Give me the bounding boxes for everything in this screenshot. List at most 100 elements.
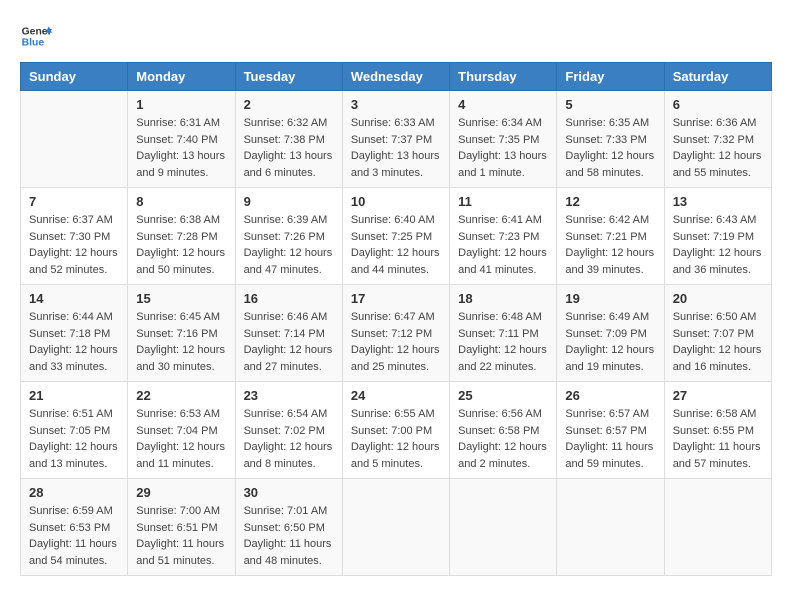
calendar-cell: 9 Sunrise: 6:39 AM Sunset: 7:26 PM Daylig… xyxy=(235,188,342,285)
calendar-cell: 24Sunrise: 6:55 AM Sunset: 7:00 PM Dayli… xyxy=(342,382,449,479)
day-info: Sunrise: 6:54 AM Sunset: 7:02 PM Dayligh… xyxy=(244,406,334,472)
day-number: 3 xyxy=(351,97,441,112)
day-number: 18 xyxy=(458,291,548,306)
day-number: 21 xyxy=(29,388,119,403)
calendar-cell: 22 Sunrise: 6:53 AM Sunset: 7:04 PM Dayli… xyxy=(128,382,235,479)
calendar-cell xyxy=(664,479,771,576)
day-number: 10 xyxy=(351,194,441,209)
column-header-saturday: Saturday xyxy=(664,63,771,91)
calendar-cell: 16Sunrise: 6:46 AM Sunset: 7:14 PM Dayli… xyxy=(235,285,342,382)
column-header-wednesday: Wednesday xyxy=(342,63,449,91)
day-info: Sunrise: 6:48 AM Sunset: 7:11 PM Dayligh… xyxy=(458,309,548,375)
calendar-cell: 19Sunrise: 6:49 AM Sunset: 7:09 PM Dayli… xyxy=(557,285,664,382)
calendar-cell: 30Sunrise: 7:01 AM Sunset: 6:50 PM Dayli… xyxy=(235,479,342,576)
calendar-cell: 18 Sunrise: 6:48 AM Sunset: 7:11 PM Dayli… xyxy=(450,285,557,382)
calendar-cell: 3 Sunrise: 6:33 AM Sunset: 7:37 PM Daylig… xyxy=(342,91,449,188)
day-info: Sunrise: 6:40 AM Sunset: 7:25 PM Dayligh… xyxy=(351,212,441,278)
day-number: 11 xyxy=(458,194,548,209)
day-info: Sunrise: 6:42 AM Sunset: 7:21 PM Dayligh… xyxy=(565,212,655,278)
calendar-week-4: 21 Sunrise: 6:51 AM Sunset: 7:05 PM Dayli… xyxy=(21,382,772,479)
day-info: Sunrise: 6:38 AM Sunset: 7:28 PM Dayligh… xyxy=(136,212,226,278)
page-header: General Blue xyxy=(20,20,772,52)
day-number: 26 xyxy=(565,388,655,403)
day-number: 24 xyxy=(351,388,441,403)
day-info: Sunrise: 6:35 AM Sunset: 7:33 PM Dayligh… xyxy=(565,115,655,181)
calendar-week-5: 28Sunrise: 6:59 AM Sunset: 6:53 PM Dayli… xyxy=(21,479,772,576)
day-info: Sunrise: 7:00 AM Sunset: 6:51 PM Dayligh… xyxy=(136,503,226,569)
day-number: 6 xyxy=(673,97,763,112)
calendar-table: SundayMondayTuesdayWednesdayThursdayFrid… xyxy=(20,62,772,576)
calendar-cell: 1 Sunrise: 6:31 AM Sunset: 7:40 PM Daylig… xyxy=(128,91,235,188)
day-info: Sunrise: 6:56 AM Sunset: 6:58 PM Dayligh… xyxy=(458,406,548,472)
column-header-monday: Monday xyxy=(128,63,235,91)
calendar-cell xyxy=(342,479,449,576)
day-info: Sunrise: 6:33 AM Sunset: 7:37 PM Dayligh… xyxy=(351,115,441,181)
calendar-cell: 23 Sunrise: 6:54 AM Sunset: 7:02 PM Dayli… xyxy=(235,382,342,479)
calendar-cell: 20 Sunrise: 6:50 AM Sunset: 7:07 PM Dayli… xyxy=(664,285,771,382)
day-info: Sunrise: 6:43 AM Sunset: 7:19 PM Dayligh… xyxy=(673,212,763,278)
day-info: Sunrise: 7:01 AM Sunset: 6:50 PM Dayligh… xyxy=(244,503,334,569)
day-info: Sunrise: 6:59 AM Sunset: 6:53 PM Dayligh… xyxy=(29,503,119,569)
calendar-cell: 15Sunrise: 6:45 AM Sunset: 7:16 PM Dayli… xyxy=(128,285,235,382)
day-number: 1 xyxy=(136,97,226,112)
calendar-cell: 29 Sunrise: 7:00 AM Sunset: 6:51 PM Dayli… xyxy=(128,479,235,576)
day-number: 25 xyxy=(458,388,548,403)
day-info: Sunrise: 6:36 AM Sunset: 7:32 PM Dayligh… xyxy=(673,115,763,181)
column-header-sunday: Sunday xyxy=(21,63,128,91)
calendar-cell: 21 Sunrise: 6:51 AM Sunset: 7:05 PM Dayli… xyxy=(21,382,128,479)
header-row: SundayMondayTuesdayWednesdayThursdayFrid… xyxy=(21,63,772,91)
day-info: Sunrise: 6:58 AM Sunset: 6:55 PM Dayligh… xyxy=(673,406,763,472)
day-number: 20 xyxy=(673,291,763,306)
calendar-cell: 5 Sunrise: 6:35 AM Sunset: 7:33 PM Daylig… xyxy=(557,91,664,188)
day-number: 8 xyxy=(136,194,226,209)
day-number: 5 xyxy=(565,97,655,112)
day-info: Sunrise: 6:34 AM Sunset: 7:35 PM Dayligh… xyxy=(458,115,548,181)
calendar-cell: 28Sunrise: 6:59 AM Sunset: 6:53 PM Dayli… xyxy=(21,479,128,576)
day-number: 14 xyxy=(29,291,119,306)
calendar-cell xyxy=(557,479,664,576)
day-info: Sunrise: 6:53 AM Sunset: 7:04 PM Dayligh… xyxy=(136,406,226,472)
day-info: Sunrise: 6:41 AM Sunset: 7:23 PM Dayligh… xyxy=(458,212,548,278)
svg-text:Blue: Blue xyxy=(22,38,45,49)
day-number: 22 xyxy=(136,388,226,403)
calendar-week-3: 14 Sunrise: 6:44 AM Sunset: 7:18 PM Dayli… xyxy=(21,285,772,382)
calendar-cell: 2 Sunrise: 6:32 AM Sunset: 7:38 PM Daylig… xyxy=(235,91,342,188)
calendar-week-1: 1 Sunrise: 6:31 AM Sunset: 7:40 PM Daylig… xyxy=(21,91,772,188)
calendar-cell: 14 Sunrise: 6:44 AM Sunset: 7:18 PM Dayli… xyxy=(21,285,128,382)
calendar-cell: 26 Sunrise: 6:57 AM Sunset: 6:57 PM Dayli… xyxy=(557,382,664,479)
day-number: 13 xyxy=(673,194,763,209)
day-number: 12 xyxy=(565,194,655,209)
day-info: Sunrise: 6:44 AM Sunset: 7:18 PM Dayligh… xyxy=(29,309,119,375)
day-number: 17 xyxy=(351,291,441,306)
calendar-cell: 13 Sunrise: 6:43 AM Sunset: 7:19 PM Dayli… xyxy=(664,188,771,285)
day-number: 7 xyxy=(29,194,119,209)
day-number: 23 xyxy=(244,388,334,403)
day-info: Sunrise: 6:57 AM Sunset: 6:57 PM Dayligh… xyxy=(565,406,655,472)
day-number: 19 xyxy=(565,291,655,306)
day-number: 4 xyxy=(458,97,548,112)
day-info: Sunrise: 6:37 AM Sunset: 7:30 PM Dayligh… xyxy=(29,212,119,278)
day-number: 2 xyxy=(244,97,334,112)
day-info: Sunrise: 6:51 AM Sunset: 7:05 PM Dayligh… xyxy=(29,406,119,472)
column-header-tuesday: Tuesday xyxy=(235,63,342,91)
day-number: 29 xyxy=(136,485,226,500)
calendar-cell: 10 Sunrise: 6:40 AM Sunset: 7:25 PM Dayli… xyxy=(342,188,449,285)
day-info: Sunrise: 6:31 AM Sunset: 7:40 PM Dayligh… xyxy=(136,115,226,181)
calendar-cell xyxy=(450,479,557,576)
day-info: Sunrise: 6:50 AM Sunset: 7:07 PM Dayligh… xyxy=(673,309,763,375)
day-info: Sunrise: 6:32 AM Sunset: 7:38 PM Dayligh… xyxy=(244,115,334,181)
logo: General Blue xyxy=(20,20,52,52)
calendar-cell xyxy=(21,91,128,188)
calendar-cell: 25 Sunrise: 6:56 AM Sunset: 6:58 PM Dayli… xyxy=(450,382,557,479)
day-number: 9 xyxy=(244,194,334,209)
calendar-cell: 4 Sunrise: 6:34 AM Sunset: 7:35 PM Daylig… xyxy=(450,91,557,188)
day-info: Sunrise: 6:39 AM Sunset: 7:26 PM Dayligh… xyxy=(244,212,334,278)
calendar-week-2: 7 Sunrise: 6:37 AM Sunset: 7:30 PM Daylig… xyxy=(21,188,772,285)
calendar-cell: 27 Sunrise: 6:58 AM Sunset: 6:55 PM Dayli… xyxy=(664,382,771,479)
day-info: Sunrise: 6:47 AM Sunset: 7:12 PM Dayligh… xyxy=(351,309,441,375)
day-info: Sunrise: 6:46 AM Sunset: 7:14 PM Dayligh… xyxy=(244,309,334,375)
column-header-thursday: Thursday xyxy=(450,63,557,91)
day-number: 27 xyxy=(673,388,763,403)
calendar-cell: 12 Sunrise: 6:42 AM Sunset: 7:21 PM Dayli… xyxy=(557,188,664,285)
day-info: Sunrise: 6:45 AM Sunset: 7:16 PM Dayligh… xyxy=(136,309,226,375)
